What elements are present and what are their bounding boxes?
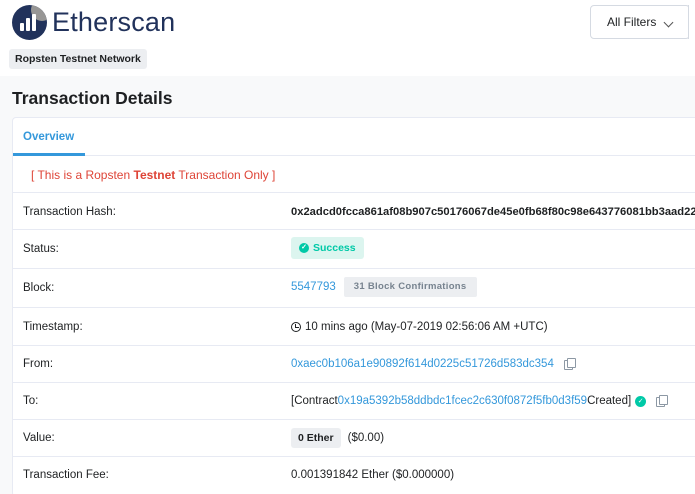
transaction-hash: 0x2adcd0fcca861af08b907c50176067de45e0fb… [291,206,695,218]
copy-icon[interactable] [563,358,576,370]
block-number-link[interactable]: 5547793 [291,281,336,293]
row-transaction-hash: Transaction Hash: 0x2adcd0fcca861af08b90… [13,192,695,229]
notice-suffix: Transaction Only ] [175,168,276,182]
check-circle-icon: ✓ [299,243,309,253]
label-transaction-hash: Transaction Hash: [23,206,116,218]
to-prefix: [Contract [291,395,338,407]
status-badge: ✓ Success [291,237,364,259]
value-status: ✓ Success [291,237,364,259]
row-timestamp: Timestamp: 10 mins ago (May-07-2019 02:5… [13,307,695,345]
label-status: Status: [23,243,59,255]
label-block: Block: [23,282,55,294]
timestamp-text: 10 mins ago (May-07-2019 02:56:06 AM +UT… [305,321,548,333]
tab-overview[interactable]: Overview [23,118,74,156]
network-badge: Ropsten Testnet Network [9,49,147,69]
all-filters-select[interactable]: All Filters [590,5,690,39]
brand-name: Etherscan [52,7,176,37]
label-timestamp: Timestamp: [23,321,83,333]
block-confirmations-badge: 31 Block Confirmations [343,277,477,297]
from-address-link[interactable]: 0xaec0b106a1e90892f614d0225c51726d583dc3… [291,358,554,370]
row-to: To: [Contract 0x19a5392b58ddbdc1fcec2c63… [13,382,695,419]
row-status: Status: ✓ Success [13,229,695,268]
copy-icon[interactable] [656,395,669,407]
value-to: [Contract 0x19a5392b58ddbdc1fcec2c630f08… [291,395,669,407]
transaction-card: Overview [ This is a Ropsten Testnet Tra… [12,117,695,494]
row-value: Value: 0 Ether ($0.00) [13,419,695,456]
clock-icon [291,322,301,332]
value-timestamp: 10 mins ago (May-07-2019 02:56:06 AM +UT… [291,321,548,333]
to-suffix: Created] [587,395,632,407]
etherscan-logo-icon [12,5,47,40]
page-title: Transaction Details [12,88,173,108]
filter-label: All Filters [607,15,657,29]
fiat-value: ($0.00) [347,432,385,444]
testnet-notice: [ This is a Ropsten Testnet Transaction … [31,168,275,182]
notice-prefix: [ This is a Ropsten [31,168,134,182]
row-transaction-fee: Transaction Fee: 0.001391842 Ether ($0.0… [13,456,695,494]
etherscan-logo[interactable]: Etherscan [12,5,175,40]
value-from: 0xaec0b106a1e90892f614d0225c51726d583dc3… [291,358,576,370]
row-from: From: 0xaec0b106a1e90892f614d0225c51726d… [13,345,695,382]
search-input[interactable] [688,5,695,39]
value-value: 0 Ether ($0.00) [291,428,384,448]
tab-bar: Overview [13,118,695,156]
contract-address-link[interactable]: 0x19a5392b58ddbdc1fcec2c630f0872f5fb0d3f… [338,395,587,407]
ether-amount-badge: 0 Ether [291,428,341,448]
fee-text: 0.001391842 Ether ($0.000000) [291,469,455,481]
label-transaction-fee: Transaction Fee: [23,469,109,481]
value-block: 5547793 31 Block Confirmations [291,277,477,297]
row-block: Block: 5547793 31 Block Confirmations [13,268,695,307]
label-value: Value: [23,432,55,444]
status-text: Success [313,242,356,254]
chevron-down-icon [663,17,674,28]
value-transaction-hash: 0x2adcd0fcca861af08b907c50176067de45e0fb… [291,206,695,218]
value-transaction-fee: 0.001391842 Ether ($0.000000) [291,469,454,481]
label-from: From: [23,358,54,370]
label-to: To: [23,395,39,407]
notice-bold: Testnet [133,168,176,182]
active-tab-indicator [13,153,85,156]
top-bar: Etherscan Ropsten Testnet Network All Fi… [0,0,695,76]
check-circle-icon: ✓ [635,395,647,407]
